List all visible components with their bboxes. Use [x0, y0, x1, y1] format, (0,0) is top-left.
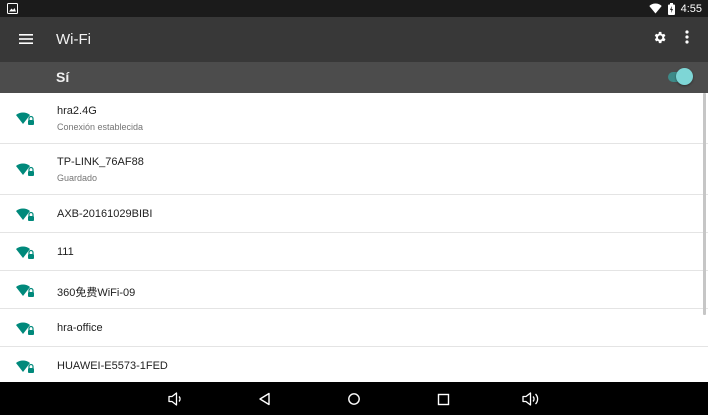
wifi-signal-icon: [16, 284, 34, 297]
wifi-full-icon: [648, 3, 662, 14]
app-toolbar: Wi-Fi: [0, 17, 708, 62]
network-list: hra2.4G Conexión establecida TP-LINK_76A…: [0, 93, 708, 382]
network-row[interactable]: hra2.4G Conexión establecida: [0, 93, 708, 144]
wifi-signal-icon: [16, 112, 34, 125]
settings-button[interactable]: [647, 25, 671, 49]
home-icon: [348, 393, 360, 405]
wifi-master-switch-bar[interactable]: Sí: [0, 62, 708, 93]
network-name: hra-office: [57, 322, 103, 334]
volume-down-button[interactable]: [164, 387, 188, 411]
network-name: hra2.4G: [57, 105, 97, 117]
volume-up-icon: [522, 392, 539, 406]
status-bar: 4:55: [0, 0, 708, 17]
page-title: Wi-Fi: [56, 31, 91, 48]
volume-up-button[interactable]: [519, 387, 543, 411]
hamburger-menu-icon: [19, 34, 33, 44]
network-name: AXB-20161029BIBI: [57, 208, 153, 220]
clock: 4:55: [680, 2, 702, 15]
network-name: 360免费WiFi-09: [57, 287, 136, 299]
network-row[interactable]: 360免费WiFi-09: [0, 271, 708, 309]
navigation-bar: [0, 382, 708, 415]
network-name: 111: [57, 246, 74, 258]
recents-icon: [437, 393, 449, 405]
wifi-signal-icon: [16, 360, 34, 373]
network-row[interactable]: HUAWEI-E5573-1FED: [0, 347, 708, 382]
network-row[interactable]: hra-office: [0, 309, 708, 347]
recents-button[interactable]: [431, 387, 455, 411]
more-vertical-icon: [685, 30, 689, 44]
back-icon: [259, 392, 270, 406]
battery-icon: [667, 2, 675, 15]
volume-down-icon: [168, 392, 181, 406]
gear-icon: [654, 31, 665, 43]
network-name: TP-LINK_76AF88: [57, 156, 144, 168]
network-row[interactable]: AXB-20161029BIBI: [0, 195, 708, 233]
network-name: HUAWEI-E5573-1FED: [57, 360, 168, 372]
home-button[interactable]: [342, 387, 366, 411]
menu-button[interactable]: [14, 27, 38, 51]
wifi-signal-icon: [16, 246, 34, 259]
more-options-button[interactable]: [678, 25, 696, 49]
toggle-thumb: [676, 68, 693, 85]
back-button[interactable]: [253, 387, 277, 411]
network-row[interactable]: TP-LINK_76AF88 Guardado: [0, 144, 708, 195]
scrollbar[interactable]: [703, 93, 706, 315]
switch-label: Sí: [56, 69, 70, 85]
network-status: Conexión establecida: [57, 122, 144, 132]
network-row[interactable]: 111: [0, 233, 708, 271]
wifi-signal-icon: [16, 322, 34, 335]
wifi-signal-icon: [16, 208, 34, 221]
wifi-signal-icon: [16, 163, 34, 176]
network-status: Guardado: [57, 173, 98, 183]
image-icon: [7, 3, 18, 14]
wifi-toggle[interactable]: [668, 68, 693, 86]
